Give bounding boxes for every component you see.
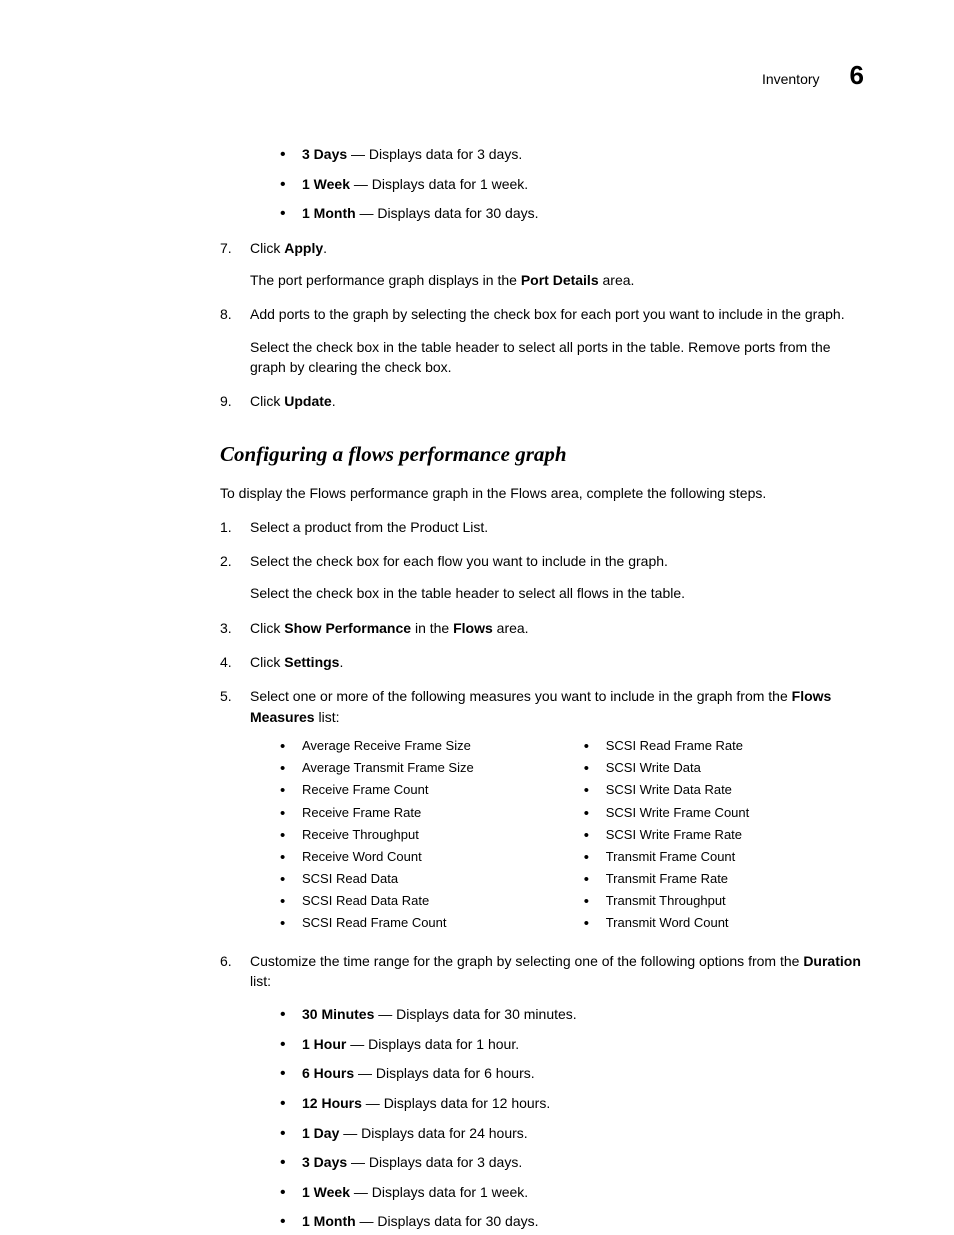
step-1: 1. Select a product from the Product Lis…	[220, 517, 864, 537]
list-item: 30 Minutes — Displays data for 30 minute…	[280, 1005, 864, 1025]
step-text-bold: Update	[284, 393, 331, 409]
list-item: Receive Word Count	[280, 848, 474, 866]
step-9: 9. Click Update.	[220, 391, 864, 411]
duration-bullets: 30 Minutes — Displays data for 30 minute…	[280, 1005, 864, 1232]
list-item: 1 Month — Displays data for 30 days.	[280, 1212, 864, 1232]
list-item: 1 Week — Displays data for 1 week.	[280, 1183, 864, 1203]
list-item: 1 Day — Displays data for 24 hours.	[280, 1124, 864, 1144]
bullet-bold: 1 Week	[302, 176, 350, 192]
duration-bullets-top: 3 Days — Displays data for 3 days. 1 Wee…	[280, 145, 864, 224]
list-item: 3 Days — Displays data for 3 days.	[280, 145, 864, 165]
list-item: Receive Frame Count	[280, 781, 474, 799]
list-item: Transmit Word Count	[584, 914, 750, 932]
step-number: 7.	[220, 238, 232, 258]
step-text-pre: Click	[250, 240, 284, 256]
bullet-rest: — Displays data for 3 days.	[347, 146, 522, 162]
step-number: 9.	[220, 391, 232, 411]
step-text: Select a product from the Product List.	[250, 519, 488, 535]
bullet-bold: 3 Days	[302, 146, 347, 162]
step-number: 5.	[220, 686, 232, 706]
measures-right: SCSI Read Frame Rate SCSI Write Data SCS…	[584, 737, 750, 937]
list-item: Transmit Throughput	[584, 892, 750, 910]
step-number: 3.	[220, 618, 232, 638]
list-item: Receive Frame Rate	[280, 804, 474, 822]
step-number: 1.	[220, 517, 232, 537]
step-5: 5. Select one or more of the following m…	[220, 686, 864, 936]
chapter-number: 6	[850, 60, 864, 91]
step-number: 4.	[220, 652, 232, 672]
step-text-post: .	[323, 240, 327, 256]
section-heading: Configuring a flows performance graph	[220, 442, 864, 467]
step-text: Add ports to the graph by selecting the …	[250, 306, 845, 322]
step-3: 3. Click Show Performance in the Flows a…	[220, 618, 864, 638]
step-4: 4. Click Settings.	[220, 652, 864, 672]
list-item: Transmit Frame Rate	[584, 870, 750, 888]
list-item: 1 Week — Displays data for 1 week.	[280, 175, 864, 195]
step-2: 2. Select the check box for each flow yo…	[220, 551, 864, 604]
list-item: SCSI Write Frame Count	[584, 804, 750, 822]
measures-left: Average Receive Frame Size Average Trans…	[280, 737, 474, 937]
list-item: 1 Hour — Displays data for 1 hour.	[280, 1035, 864, 1055]
step-8: 8. Add ports to the graph by selecting t…	[220, 304, 864, 377]
header-title: Inventory	[762, 71, 820, 87]
step-text: Select the check box for each flow you w…	[250, 553, 668, 569]
list-item: Average Receive Frame Size	[280, 737, 474, 755]
step-number: 2.	[220, 551, 232, 571]
document-page: Inventory 6 3 Days — Displays data for 3…	[0, 0, 954, 1235]
list-item: SCSI Write Data Rate	[584, 781, 750, 799]
step-number: 8.	[220, 304, 232, 324]
list-item: 1 Month — Displays data for 30 days.	[280, 204, 864, 224]
page-header: Inventory 6	[762, 60, 864, 91]
step-text-post: .	[332, 393, 336, 409]
list-item: 3 Days — Displays data for 3 days.	[280, 1153, 864, 1173]
bullet-rest: — Displays data for 1 week.	[350, 176, 528, 192]
list-item: Receive Throughput	[280, 826, 474, 844]
bullet-bold: 1 Month	[302, 205, 356, 221]
step-6: 6. Customize the time range for the grap…	[220, 951, 864, 1232]
list-item: SCSI Write Data	[584, 759, 750, 777]
step-subtext: Select the check box in the table header…	[250, 337, 864, 378]
page-content: 3 Days — Displays data for 3 days. 1 Wee…	[220, 145, 864, 1232]
list-item: 6 Hours — Displays data for 6 hours.	[280, 1064, 864, 1084]
numbered-steps-2: 1. Select a product from the Product Lis…	[220, 517, 864, 1232]
step-7: 7. Click Apply. The port performance gra…	[220, 238, 864, 291]
bullet-rest: — Displays data for 30 days.	[356, 205, 539, 221]
list-item: SCSI Write Frame Rate	[584, 826, 750, 844]
section-intro: To display the Flows performance graph i…	[220, 483, 864, 503]
list-item: SCSI Read Frame Rate	[584, 737, 750, 755]
numbered-steps-1: 7. Click Apply. The port performance gra…	[220, 238, 864, 412]
step-subtext: Select the check box in the table header…	[250, 583, 864, 603]
measures-columns: Average Receive Frame Size Average Trans…	[280, 737, 864, 937]
list-item: SCSI Read Frame Count	[280, 914, 474, 932]
step-text-pre: Click	[250, 393, 284, 409]
step-subtext: The port performance graph displays in t…	[250, 270, 864, 290]
list-item: SCSI Read Data	[280, 870, 474, 888]
step-text-bold: Apply	[284, 240, 323, 256]
list-item: Average Transmit Frame Size	[280, 759, 474, 777]
list-item: 12 Hours — Displays data for 12 hours.	[280, 1094, 864, 1114]
list-item: Transmit Frame Count	[584, 848, 750, 866]
list-item: SCSI Read Data Rate	[280, 892, 474, 910]
step-number: 6.	[220, 951, 232, 971]
